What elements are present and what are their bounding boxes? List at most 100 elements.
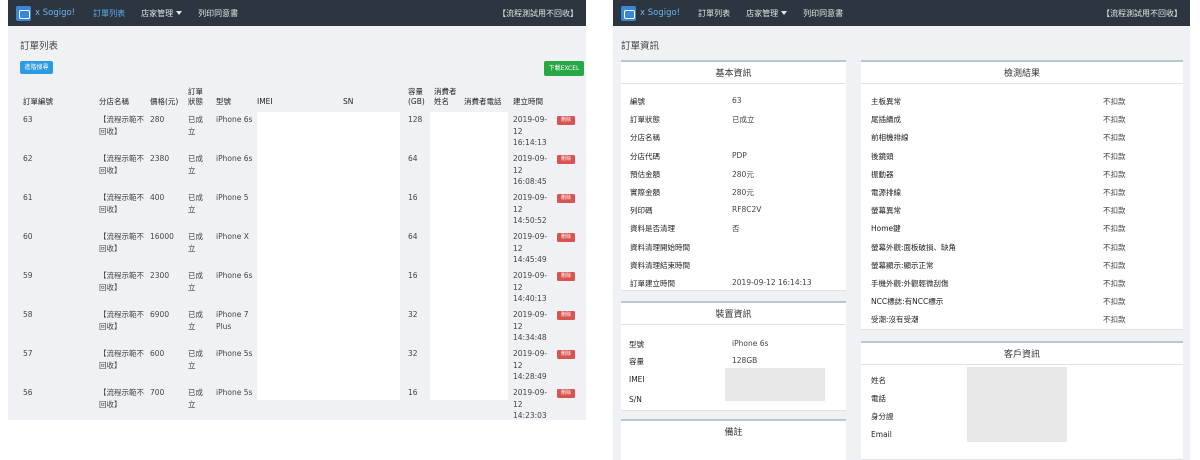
created-time: 14:34:48 — [513, 333, 547, 342]
basic-field-value: 已成立 — [732, 115, 755, 125]
inspection-item-value: 不扣款 — [1103, 151, 1126, 161]
col-store-name[interactable]: 分店名稱 — [99, 97, 129, 107]
status-line2: 立 — [188, 321, 196, 331]
basic-field-value: RF8C2V — [732, 205, 762, 215]
basic-info-heading: 基本資訊 — [715, 69, 752, 79]
col-order-no[interactable]: 訂單編號 — [23, 97, 53, 107]
store-name-line1: 【流程示範不 — [99, 310, 144, 319]
status-line2: 立 — [188, 360, 196, 370]
nav-print-consent[interactable]: 列印同意書 — [803, 8, 843, 19]
consumer-column-blank — [430, 112, 508, 400]
model-line1: iPhone 7 — [216, 310, 249, 319]
price: 280 — [150, 115, 165, 124]
customer-phone-label: 電話 — [871, 394, 886, 403]
created-time: 14:50:52 — [513, 216, 547, 225]
chevron-down-icon — [781, 11, 788, 15]
created-date-line2: 12 — [513, 126, 523, 136]
capacity: 32 — [408, 310, 418, 319]
delete-button[interactable]: 刪除 — [557, 194, 575, 203]
basic-field-value: 63 — [732, 96, 742, 105]
status-line1: 已成 — [188, 193, 203, 202]
price: 16000 — [150, 232, 174, 241]
col-price[interactable]: 價格(元) — [150, 97, 178, 107]
device-info-heading: 裝置資訊 — [715, 310, 752, 320]
delete-button[interactable]: 刪除 — [557, 311, 575, 320]
col-sn[interactable]: SN — [343, 97, 353, 107]
customer-info-redacted — [967, 367, 1067, 442]
nav-orders[interactable]: 訂單列表 — [698, 8, 730, 19]
inspection-item-value: 不扣款 — [1103, 115, 1126, 125]
order-id: 60 — [23, 232, 33, 241]
advanced-search-button[interactable]: 進階搜尋 — [20, 61, 53, 74]
inspection-item-label: 電源排線 — [871, 188, 901, 197]
order-id: 62 — [23, 154, 33, 163]
inspection-item-value: 不扣款 — [1103, 260, 1126, 270]
inspection-item-label: 手機外觀:外觀輕微刮傷 — [871, 279, 949, 288]
basic-field-value: 2019-09-12 16:14:13 — [732, 278, 812, 287]
inspection-item-label: 前相機排線 — [871, 133, 909, 143]
device-model-value: iPhone 6s — [732, 339, 769, 348]
store-name-line2: 回收】 — [99, 321, 122, 331]
capacity: 16 — [408, 193, 418, 202]
inspection-item-value: 不扣款 — [1103, 297, 1126, 307]
delete-button[interactable]: 刪除 — [557, 116, 575, 125]
delete-button[interactable]: 刪除 — [557, 155, 575, 164]
chevron-down-icon — [176, 11, 183, 15]
brand-name[interactable]: x Sogigo! — [640, 8, 680, 18]
col-consumer-line1[interactable]: 消費者 — [434, 87, 457, 97]
created-date-line2: 12 — [513, 204, 523, 214]
created-date-line1: 2019-09- — [513, 388, 548, 397]
brand-name[interactable]: x Sogigo! — [35, 8, 75, 18]
nav-print-consent[interactable]: 列印同意書 — [198, 8, 238, 19]
col-consumer-line2[interactable]: 姓名 — [434, 97, 449, 107]
col-status-line2[interactable]: 狀態 — [188, 97, 203, 107]
order-id: 61 — [23, 193, 33, 202]
note-card: 備註 — [621, 419, 846, 460]
nav-store-manage[interactable]: 店家管理 — [746, 8, 788, 19]
nav-orders[interactable]: 訂單列表 — [93, 8, 125, 19]
basic-info-card: 基本資訊 編號 63 訂單狀態 已成立 分店名稱 分店代碼 PDP 預估金額 280元 實際金額 2… — [621, 60, 846, 291]
delete-button[interactable]: 刪除 — [557, 272, 575, 281]
created-date-line1: 2019-09- — [513, 310, 548, 319]
created-date-line2: 12 — [513, 360, 523, 370]
delete-button[interactable]: 刪除 — [557, 389, 575, 398]
status-line1: 已成 — [188, 349, 203, 358]
capacity: 32 — [408, 349, 418, 358]
basic-field-label: 資料清理結束時間 — [630, 260, 690, 270]
col-capacity-line1[interactable]: 容量 — [408, 87, 423, 97]
divider — [621, 324, 846, 325]
col-status-line1[interactable]: 訂單 — [188, 87, 203, 97]
inspection-item-label: 螢幕異常 — [871, 206, 901, 216]
inspection-item-value: 不扣款 — [1103, 242, 1126, 252]
col-model[interactable]: 型號 — [216, 97, 231, 107]
price: 700 — [150, 388, 165, 397]
col-capacity-line2[interactable]: (GB) — [408, 97, 425, 107]
model-line2: Plus — [216, 321, 232, 331]
created-date-line2: 12 — [513, 243, 523, 253]
model-line1: iPhone 6s — [216, 115, 253, 124]
col-imei[interactable]: IMEI — [257, 97, 273, 107]
basic-field-value: 280元 — [732, 169, 754, 179]
created-time: 14:40:13 — [513, 294, 547, 303]
env-notice: 【流程測試用不回收】 — [498, 8, 578, 18]
created-time: 16:08:45 — [513, 177, 547, 186]
store-name-line2: 回收】 — [99, 165, 122, 175]
store-name-line1: 【流程示範不 — [99, 232, 144, 241]
status-line1: 已成 — [188, 154, 203, 163]
status-line2: 立 — [188, 204, 196, 214]
status-line1: 已成 — [188, 388, 203, 397]
logo-icon[interactable] — [621, 5, 636, 21]
inspection-item-label: 振動器 — [871, 169, 894, 179]
delete-button[interactable]: 刪除 — [557, 350, 575, 359]
status-line2: 立 — [188, 126, 196, 136]
basic-field-value: 280元 — [732, 188, 754, 197]
status-line2: 立 — [188, 165, 196, 175]
store-name-line1: 【流程示範不 — [99, 271, 144, 280]
nav-store-manage[interactable]: 店家管理 — [141, 8, 183, 19]
status-line1: 已成 — [188, 271, 203, 280]
col-created-time[interactable]: 建立時間 — [513, 97, 543, 107]
col-consumer-phone[interactable]: 消費者電話 — [464, 97, 502, 107]
logo-icon[interactable] — [16, 5, 31, 21]
delete-button[interactable]: 刪除 — [557, 233, 575, 242]
download-excel-button[interactable]: 下載EXCEL — [544, 61, 584, 76]
